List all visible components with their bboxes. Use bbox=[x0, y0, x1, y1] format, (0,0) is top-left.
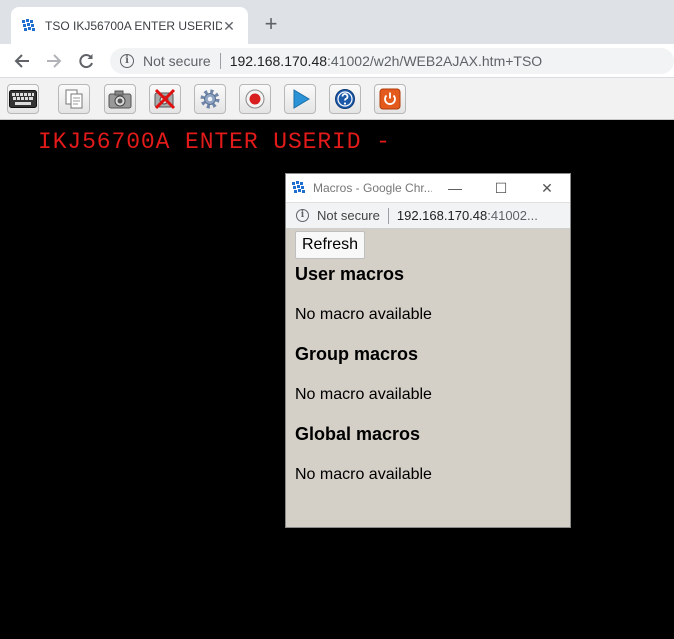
maximize-icon[interactable]: ☐ bbox=[478, 180, 524, 197]
url-host: 192.168.170.48 bbox=[229, 53, 328, 69]
play-macro-button[interactable] bbox=[284, 84, 316, 114]
settings-gear-icon bbox=[200, 89, 220, 109]
keyboard-icon bbox=[9, 90, 37, 108]
global-macros-heading: Global macros bbox=[295, 424, 421, 444]
record-button[interactable] bbox=[239, 84, 271, 114]
disconnect-icon bbox=[154, 88, 176, 110]
help-button[interactable] bbox=[329, 84, 361, 114]
app-favicon-icon bbox=[292, 181, 305, 193]
macros-content: Refresh User macros No macro available G… bbox=[286, 229, 570, 505]
security-label[interactable]: Not secure bbox=[317, 208, 380, 223]
help-icon bbox=[335, 89, 355, 109]
new-tab-button[interactable]: + bbox=[260, 13, 282, 36]
back-arrow-icon[interactable] bbox=[11, 50, 33, 72]
refresh-button[interactable]: Refresh bbox=[295, 231, 366, 259]
url-bar[interactable]: i Not secure 192.168.170.48 :41002/w2h/W… bbox=[110, 48, 674, 74]
url-host: 192.168.170.48 bbox=[396, 208, 488, 223]
url-divider bbox=[387, 207, 389, 224]
group-macros-heading: Group macros bbox=[295, 344, 419, 364]
close-window-icon[interactable]: ✕ bbox=[524, 180, 570, 197]
browser-navbar: i Not secure 192.168.170.48 :41002/w2h/W… bbox=[0, 44, 674, 78]
url-divider bbox=[219, 53, 221, 69]
popup-url-bar[interactable]: i Not secure 192.168.170.48 :41002... bbox=[286, 203, 570, 229]
screenshot-button[interactable] bbox=[104, 84, 136, 114]
security-label[interactable]: Not secure bbox=[143, 53, 211, 69]
app-favicon-icon bbox=[22, 18, 35, 31]
power-icon bbox=[379, 88, 401, 110]
minimize-icon[interactable]: — bbox=[432, 180, 478, 196]
info-icon[interactable]: i bbox=[120, 54, 134, 68]
close-tab-icon[interactable]: ✕ bbox=[222, 19, 236, 33]
camera-icon bbox=[108, 90, 132, 109]
global-macros-empty-text: No macro available bbox=[295, 466, 432, 483]
browser-tab[interactable]: TSO IKJ56700A ENTER USERID - ✕ bbox=[11, 7, 248, 44]
url-path: :41002... bbox=[487, 208, 538, 223]
copy-icon bbox=[65, 89, 83, 109]
keyboard-button[interactable] bbox=[7, 84, 39, 114]
disconnect-button[interactable] bbox=[149, 84, 181, 114]
terminal-prompt-line: IKJ56700A ENTER USERID - bbox=[38, 129, 391, 155]
reload-icon[interactable] bbox=[75, 50, 97, 72]
forward-arrow-icon[interactable] bbox=[43, 50, 65, 72]
record-icon bbox=[245, 89, 265, 109]
macros-popup-window: Macros - Google Chr... — ☐ ✕ i Not secur… bbox=[285, 173, 571, 528]
group-macros-empty-text: No macro available bbox=[295, 386, 432, 403]
play-icon bbox=[293, 89, 310, 109]
info-icon[interactable]: i bbox=[296, 209, 309, 222]
settings-button[interactable] bbox=[194, 84, 226, 114]
emulator-toolbar bbox=[0, 78, 674, 120]
popup-title-bar[interactable]: Macros - Google Chr... — ☐ ✕ bbox=[286, 174, 570, 203]
popup-title: Macros - Google Chr... bbox=[313, 181, 432, 195]
url-path: :41002/w2h/WEB2AJAX.htm+TSO bbox=[327, 53, 543, 69]
browser-tab-strip: TSO IKJ56700A ENTER USERID - ✕ + bbox=[0, 0, 674, 44]
user-macros-heading: User macros bbox=[295, 264, 405, 284]
power-button[interactable] bbox=[374, 84, 406, 114]
copy-button[interactable] bbox=[58, 84, 90, 114]
tab-title: TSO IKJ56700A ENTER USERID - bbox=[45, 18, 222, 33]
user-macros-empty-text: No macro available bbox=[295, 306, 432, 323]
